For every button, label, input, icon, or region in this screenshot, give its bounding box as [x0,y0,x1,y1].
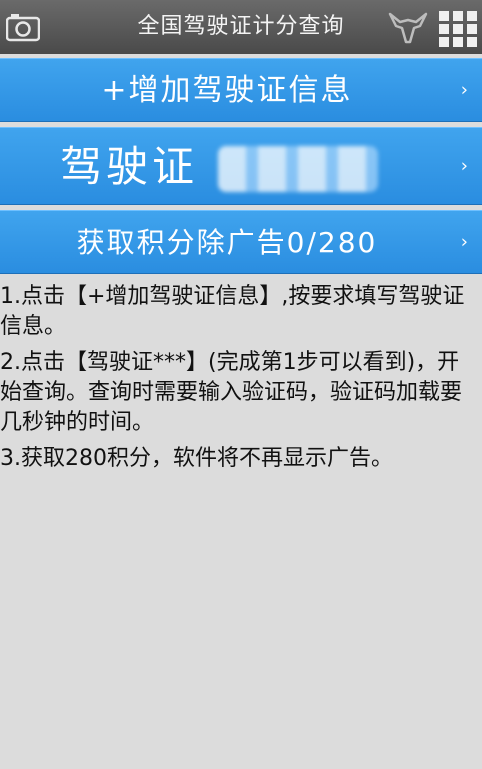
chevron-right-icon: › [460,155,468,177]
chevron-right-icon: › [460,79,468,101]
grid-menu-icon[interactable] [438,10,478,48]
add-license-label: +增加驾驶证信息 [101,73,353,108]
instructions: 1.点击【+增加驾驶证信息】,按要求填写驾驶证信息。 2.点击【驾驶证***】(… [0,282,478,480]
chevron-right-icon: › [460,231,468,253]
bull-logo-icon [388,12,428,44]
top-bar: 全国驾驶证计分查询 [0,0,482,54]
license-query-button[interactable]: 驾驶证 › [0,127,482,205]
get-points-remove-ads-button[interactable]: 获取积分除广告0/280 › [0,210,482,274]
instruction-step-3: 3.获取280积分，软件将不再显示广告。 [0,446,393,471]
instruction-step-1: 1.点击【+增加驾驶证信息】,按要求填写驾驶证信息。 [0,284,465,339]
add-license-button[interactable]: +增加驾驶证信息 › [0,58,482,122]
instruction-step-2: 2.点击【驾驶证***】(完成第1步可以看到)，开始查询。查询时需要输入验证码，… [0,350,463,435]
blurred-license-number [218,146,378,192]
get-points-label: 获取积分除广告0/280 [76,226,378,259]
